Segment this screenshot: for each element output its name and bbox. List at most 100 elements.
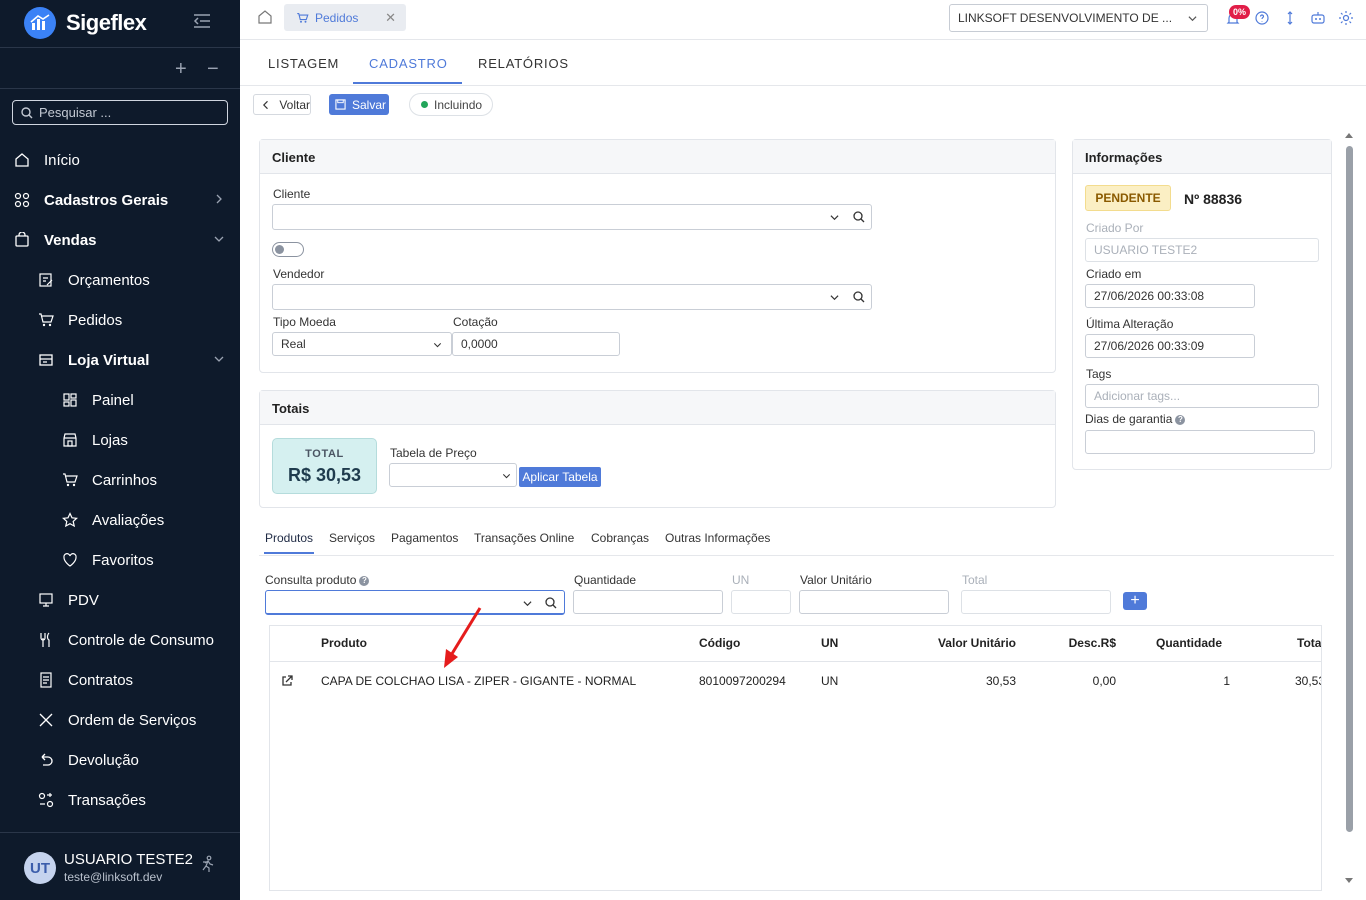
back-button[interactable]: Voltar [253, 94, 311, 115]
consulta-produto-input[interactable] [265, 590, 565, 615]
consulta-text: Consulta produto [265, 573, 357, 587]
vendedor-select[interactable] [272, 284, 872, 310]
sidebar-item-pdv[interactable]: PDV [0, 580, 240, 620]
subtab-transacoes-online[interactable]: Transações Online [474, 531, 574, 545]
subtab-cobrancas[interactable]: Cobranças [591, 531, 649, 545]
help-icon[interactable] [1254, 10, 1270, 26]
sidebar-search-input[interactable]: Pesquisar ... [12, 100, 228, 125]
subtab-produtos[interactable]: Produtos [265, 531, 313, 545]
sidebar-item-orcamentos[interactable]: Orçamentos [0, 260, 240, 300]
valor-unitario-input[interactable] [799, 590, 949, 614]
chevron-down-icon [214, 236, 224, 242]
logout-running-icon[interactable] [198, 855, 216, 873]
sidebar-item-devolucao[interactable]: Devolução [0, 740, 240, 780]
sidebar-item-pedidos[interactable]: Pedidos [0, 300, 240, 340]
column-header[interactable]: Valor Unitário [938, 636, 1016, 650]
tab-relatorios[interactable]: RELATÓRIOS [478, 56, 569, 71]
scroll-down-icon[interactable] [1345, 878, 1353, 883]
tab-label: Pedidos [315, 10, 359, 25]
sidebar-item-loja-virtual[interactable]: Loja Virtual [0, 340, 240, 380]
collapse-sidebar-icon[interactable] [193, 14, 211, 28]
column-header[interactable]: Produto [321, 636, 367, 650]
sidebar-item-label: Carrinhos [92, 472, 158, 489]
tabela-preco-select[interactable] [389, 463, 517, 487]
toggle-switch[interactable] [272, 242, 304, 257]
sidebar-item-controle-consumo[interactable]: Controle de Consumo [0, 620, 240, 660]
cell-quantidade: 1 [1223, 674, 1230, 688]
subtab-pagamentos[interactable]: Pagamentos [391, 531, 458, 545]
column-header[interactable]: Desc.R$ [1069, 636, 1116, 650]
sidebar-item-carrinhos[interactable]: Carrinhos [0, 460, 240, 500]
search-icon[interactable] [545, 597, 557, 609]
sidebar-item-ordem-servicos[interactable]: Ordem de Serviços [0, 700, 240, 740]
totais-panel: Totais [259, 390, 1056, 508]
help-icon[interactable]: ? [1175, 414, 1186, 425]
sort-icon[interactable] [1282, 10, 1298, 26]
gear-icon[interactable] [1338, 10, 1354, 26]
tab-listagem[interactable]: LISTAGEM [268, 56, 339, 71]
cotacao-input[interactable]: 0,0000 [452, 332, 620, 356]
add-product-button[interactable]: + [1123, 592, 1147, 610]
order-number: Nº 88836 [1184, 191, 1243, 207]
quantidade-label: Quantidade [574, 573, 637, 587]
search-icon[interactable] [853, 291, 865, 303]
column-header[interactable]: Código [699, 636, 740, 650]
scroll-up-icon[interactable] [1345, 133, 1353, 138]
collapse-all-icon[interactable]: − [207, 58, 219, 81]
garantia-input[interactable] [1085, 430, 1315, 454]
criado-em-value: 27/06/2026 00:33:08 [1094, 289, 1205, 303]
sidebar-item-label: Início [44, 152, 80, 169]
star-icon [62, 512, 78, 528]
save-button[interactable]: Salvar [329, 94, 389, 115]
help-icon[interactable]: ? [359, 575, 370, 586]
tags-input[interactable]: Adicionar tags... [1085, 384, 1319, 408]
external-link-icon[interactable] [281, 675, 293, 687]
subtab-servicos[interactable]: Serviços [329, 531, 375, 545]
un-input [731, 590, 791, 614]
heart-icon [63, 553, 77, 567]
shop-icon [63, 433, 77, 447]
tab-cadastro[interactable]: CADASTRO [369, 56, 448, 71]
home-icon [15, 153, 29, 167]
criado-em-field: 27/06/2026 00:33:08 [1085, 284, 1255, 308]
sidebar-item-label: Contratos [68, 672, 134, 689]
header-divider [270, 661, 1321, 662]
home-icon[interactable] [258, 10, 272, 24]
cliente-select[interactable] [272, 204, 872, 230]
sidebar-item-label: PDV [68, 592, 99, 609]
tools-icon [39, 713, 53, 727]
sidebar-item-vendas[interactable]: Vendas [0, 220, 240, 260]
sidebar-item-cadastros-gerais[interactable]: Cadastros Gerais [0, 180, 240, 220]
robot-icon[interactable] [1310, 10, 1326, 26]
sidebar-item-avaliacoes[interactable]: Avaliações [0, 500, 240, 540]
search-icon[interactable] [853, 211, 865, 223]
tab-pedidos[interactable]: Pedidos ✕ [284, 4, 406, 31]
sidebar-item-transacoes[interactable]: Transações [0, 780, 240, 820]
topbar: Pedidos ✕ LINKSOFT DESENVOLVIMENTO DE ..… [240, 0, 1366, 40]
chevron-down-icon [830, 215, 839, 221]
close-icon[interactable]: ✕ [385, 10, 396, 26]
logo[interactable]: Sigeflex [24, 7, 147, 39]
sidebar-item-contratos[interactable]: Contratos [0, 660, 240, 700]
sidebar-item-painel[interactable]: Painel [0, 380, 240, 420]
sidebar-item-lojas[interactable]: Lojas [0, 420, 240, 460]
company-select[interactable]: LINKSOFT DESENVOLVIMENTO DE ... [949, 4, 1208, 32]
criado-em-label: Criado em [1086, 267, 1142, 281]
user-profile[interactable]: UT USUARIO TESTE2 teste@linksoft.dev [0, 832, 240, 900]
avatar: UT [24, 852, 56, 884]
subtab-outras-informacoes[interactable]: Outras Informações [665, 531, 770, 545]
column-header[interactable]: Total [1297, 636, 1321, 650]
tipo-moeda-select[interactable]: Real [272, 332, 452, 356]
subtabs-divider [259, 555, 1334, 556]
undo-icon [41, 753, 53, 766]
quantidade-input[interactable] [573, 590, 723, 614]
column-header[interactable]: UN [821, 636, 838, 650]
column-header[interactable]: Quantidade [1156, 636, 1222, 650]
sidebar-item-favoritos[interactable]: Favoritos [0, 540, 240, 580]
expand-all-icon[interactable]: + [175, 58, 187, 81]
sidebar-item-inicio[interactable]: Início [0, 140, 240, 180]
status-badge: PENDENTE [1085, 185, 1171, 211]
scrollbar-thumb[interactable] [1346, 146, 1353, 832]
apply-table-button[interactable]: Aplicar Tabela [519, 467, 601, 487]
sidebar-divider [0, 47, 240, 48]
